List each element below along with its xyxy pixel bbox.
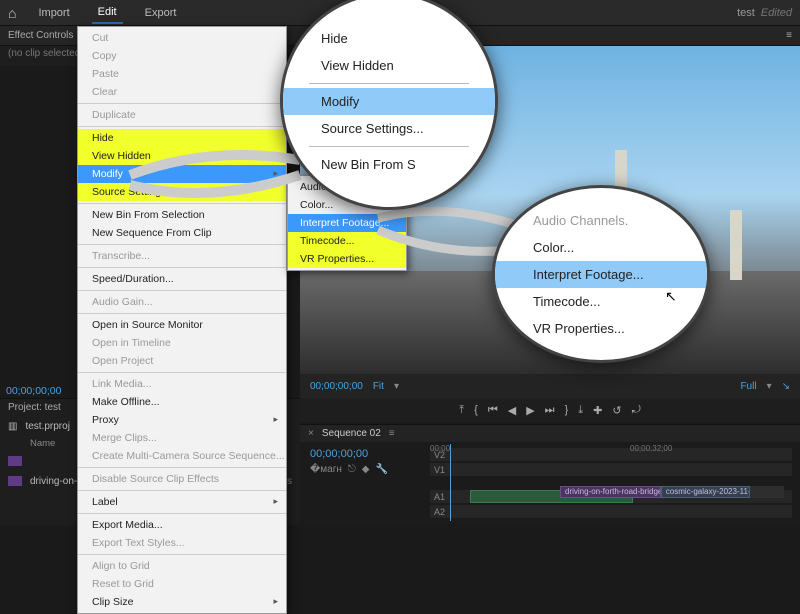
play-icon[interactable]: ▶	[526, 404, 534, 417]
menu-new-sequence[interactable]: New Sequence From Clip	[78, 224, 286, 242]
menu-make-offline[interactable]: Make Offline...	[78, 393, 286, 411]
menu-duplicate[interactable]: Duplicate	[78, 106, 286, 124]
menu-align[interactable]: Align to Grid	[78, 557, 286, 575]
tab-edit[interactable]: Edit	[92, 2, 123, 24]
play-back-icon[interactable]: ◀	[508, 404, 516, 417]
menu-label[interactable]: Label▸	[78, 493, 286, 511]
menu-proxy[interactable]: Proxy▸	[78, 411, 286, 429]
timeline-header: × Sequence 02 ≡	[300, 424, 800, 442]
wrench-icon[interactable]: 🔧	[376, 464, 388, 475]
transport-controls: ⤒ { ⏮ ◀ ▶ ⏭ } ⤓ ✚ ↺ ⤾	[300, 398, 800, 422]
add-marker-icon[interactable]: ✚	[593, 404, 602, 417]
menu-transcribe[interactable]: Transcribe...	[78, 247, 286, 265]
menu-open-timeline[interactable]: Open in Timeline	[78, 334, 286, 352]
ruler-start: 00;00	[430, 444, 450, 453]
timeline-clip-1[interactable]: driving-on-forth-road-bridge-in-fife-sco…	[560, 486, 661, 498]
menu-audio-gain[interactable]: Audio Gain...	[78, 293, 286, 311]
menu-clear[interactable]: Clear	[78, 83, 286, 101]
timeline-panel: 00;00;00;00 �магн ⎋ ◆ 🔧 00;00 00;00;32;0…	[300, 442, 800, 525]
menu-view-hidden[interactable]: View Hidden	[78, 147, 286, 165]
monitor-timecode[interactable]: 00;00;00;00	[310, 381, 363, 392]
chevron-right-icon: ▸	[273, 168, 278, 179]
submenu-timecode[interactable]: Timecode...	[288, 232, 406, 250]
timeline-timecode[interactable]: 00;00;00;00	[310, 448, 368, 460]
project-title: test	[737, 7, 755, 19]
effect-controls-label: Effect Controls	[8, 30, 73, 41]
step-fwd-icon[interactable]: ⏭	[545, 404, 555, 417]
mag2-color: Color...	[521, 234, 681, 261]
ruler-mark: 00;00;32;00	[630, 444, 672, 453]
menu-speed[interactable]: Speed/Duration...	[78, 270, 286, 288]
menu-clip-size[interactable]: Clip Size▸	[78, 593, 286, 611]
menu-merge[interactable]: Merge Clips...	[78, 429, 286, 447]
clip-thumb-2[interactable]	[8, 476, 22, 486]
mag1-source: Source Settings...	[309, 115, 469, 142]
mag1-new-bin: New Bin From S	[309, 151, 469, 178]
mag1-hide: Hide	[309, 25, 469, 52]
cursor-icon: ↖	[665, 288, 677, 305]
export-frame-icon[interactable]: ⤾	[632, 404, 641, 417]
menu-create-mc[interactable]: Create Multi-Camera Source Sequence...	[78, 447, 286, 465]
sequence-tab[interactable]: Sequence 02	[322, 428, 381, 439]
mag2-timecode: Timecode...	[521, 288, 681, 315]
submenu-vr[interactable]: VR Properties...	[288, 250, 406, 268]
linked-icon[interactable]: ⎋	[348, 464, 356, 475]
tab-export[interactable]: Export	[139, 3, 183, 23]
menu-new-bin[interactable]: New Bin From Selection	[78, 206, 286, 224]
tab-import[interactable]: Import	[32, 3, 75, 23]
menu-source-settings[interactable]: Source Settings...	[78, 183, 286, 201]
chevron-right-icon: ▸	[273, 414, 278, 425]
marker-icon[interactable]: ◆	[362, 464, 370, 475]
menu-paste[interactable]: Paste	[78, 65, 286, 83]
settings-icon[interactable]: ↘	[782, 381, 790, 392]
project-file: test.prproj	[25, 421, 69, 432]
project-tab[interactable]: Project: test	[8, 402, 61, 413]
mag2-interpret: Interpret Footage...	[495, 261, 707, 288]
mark-out-icon[interactable]: ⤓	[578, 404, 583, 417]
menu-reset[interactable]: Reset to Grid	[78, 575, 286, 593]
source-timecode[interactable]: 00;00;00;00	[6, 385, 61, 397]
menu-modify[interactable]: Modify▸	[78, 165, 286, 183]
home-icon[interactable]: ⌂	[8, 5, 16, 21]
menu-export-styles[interactable]: Export Text Styles...	[78, 534, 286, 552]
mark-in-icon[interactable]: ⤒	[459, 404, 464, 417]
chevron-right-icon: ▸	[273, 496, 278, 507]
quality-dropdown[interactable]: Full	[740, 381, 756, 392]
menu-copy[interactable]: Copy	[78, 47, 286, 65]
edited-badge: Edited	[761, 7, 792, 19]
magnifier-modify: Hide View Hidden Modify Source Settings.…	[280, 0, 498, 210]
menu-hide[interactable]: Hide	[78, 129, 286, 147]
mag2-vr: VR Properties...	[521, 315, 681, 342]
snap-icon[interactable]: �магн	[310, 464, 342, 475]
mag2-audio: Audio Channels.	[521, 207, 681, 234]
menu-disable-fx[interactable]: Disable Source Clip Effects	[78, 470, 286, 488]
timeline-tool-icons: �магн ⎋ ◆ 🔧	[310, 464, 388, 475]
clip-thumb[interactable]	[8, 456, 22, 466]
loop-icon[interactable]: ↺	[612, 404, 621, 417]
go-in-icon[interactable]: {	[474, 404, 478, 416]
menu-export-media[interactable]: Export Media...	[78, 516, 286, 534]
menu-cut[interactable]: Cut	[78, 29, 286, 47]
magnifier-interpret: Audio Channels. Color... Interpret Foota…	[492, 185, 710, 363]
edit-context-menu: Cut Copy Paste Clear Duplicate Hide View…	[77, 26, 287, 614]
playhead[interactable]	[450, 444, 451, 521]
mag1-view-hidden: View Hidden	[309, 52, 469, 79]
timeline-clip-2[interactable]: cosmic-galaxy-2023-11-27-05-31-07-utc.mo…	[661, 486, 751, 498]
step-back-icon[interactable]: ⏮	[488, 404, 498, 417]
track-area[interactable]: 00;00 00;00;32;00 V2 V1 driving-on-forth…	[430, 448, 792, 521]
menu-open-project[interactable]: Open Project	[78, 352, 286, 370]
submenu-interpret-footage[interactable]: Interpret Footage...	[288, 214, 406, 232]
menu-open-source[interactable]: Open in Source Monitor	[78, 316, 286, 334]
monitor-controls: 00;00;00;00 Fit▾ Full▾ ↘	[300, 374, 800, 398]
go-out-icon[interactable]: }	[565, 404, 569, 416]
window-title: test Edited	[737, 7, 792, 19]
chevron-right-icon: ▸	[273, 596, 278, 607]
fit-dropdown[interactable]: Fit	[373, 381, 384, 392]
menu-link-media[interactable]: Link Media...	[78, 375, 286, 393]
mag1-modify: Modify	[283, 88, 495, 115]
bin-icon[interactable]: ▥	[8, 421, 17, 432]
